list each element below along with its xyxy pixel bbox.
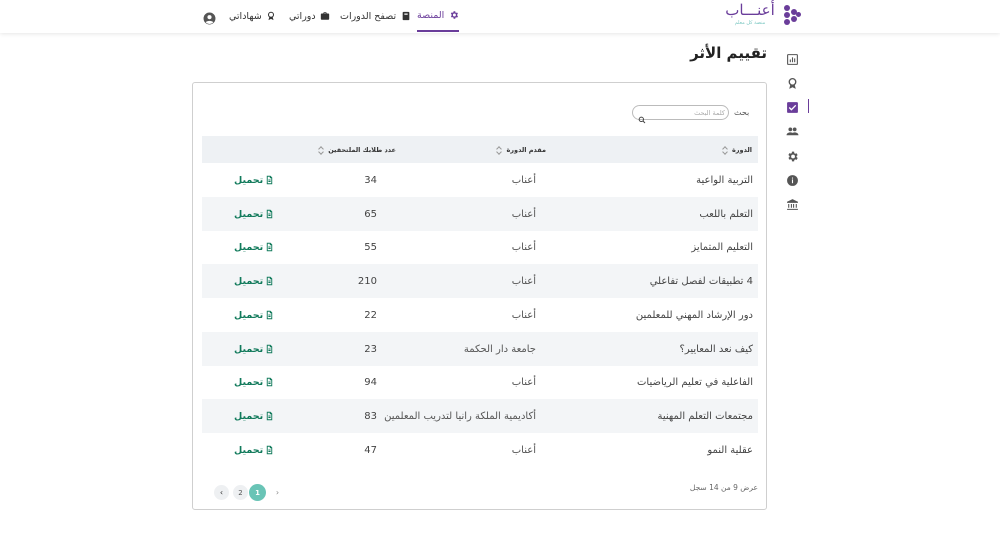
course-provider: أعناب (511, 444, 536, 456)
nav-platform[interactable]: المنصة (417, 0, 460, 32)
records-count: عرض 9 من 14 سجل (689, 483, 758, 492)
table-row: التربية الواعية أعناب 34 تحميل (202, 163, 758, 197)
top-navigation: أعنـــاب منصة كل معلم المنصة تصفح الدورا… (0, 0, 1000, 33)
nav-browse-label: تصفح الدورات (340, 10, 397, 22)
account-icon[interactable] (203, 10, 216, 25)
course-provider: أعناب (511, 208, 536, 220)
column-header-enrolled[interactable]: عدد طلابك الملتحقين (318, 136, 396, 163)
course-name: الفاعلية في تعليم الرياضيات (637, 376, 753, 388)
enrolled-count: 83 (364, 410, 377, 422)
table-row: مجتمعات التعلم المهنية أكاديمية الملكة ر… (202, 399, 758, 433)
pagination-page-1[interactable]: 1 (249, 484, 266, 501)
table-row: كيف نعد المعايير؟ جامعة دار الحكمة 23 تح… (202, 332, 758, 366)
file-icon (265, 310, 274, 320)
active-side-marker (808, 99, 809, 113)
course-name: عقلية النمو (707, 444, 753, 456)
file-icon (265, 175, 274, 185)
download-link[interactable]: تحميل (234, 230, 274, 264)
brand-name: أعنـــاب (725, 1, 775, 19)
nav-my-courses[interactable]: دوراتي (289, 0, 331, 32)
gear-icon (448, 10, 459, 21)
info-icon[interactable] (784, 172, 800, 188)
brand-logo[interactable]: أعنـــاب منصة كل معلم (723, 1, 803, 30)
table-header: الدورة مقدم الدورة عدد طلابك الملتحقين (202, 136, 758, 163)
course-name: مجتمعات التعلم المهنية (657, 410, 754, 422)
table-row: الفاعلية في تعليم الرياضيات أعناب 94 تحم… (202, 365, 758, 399)
course-provider: أعناب (511, 174, 536, 186)
brand-tagline: منصة كل معلم (734, 20, 766, 26)
search-box[interactable] (632, 105, 729, 124)
file-icon (265, 276, 274, 286)
gear-icon[interactable] (784, 148, 800, 164)
table-row: التعلم باللعب أعناب 65 تحميل (202, 197, 758, 231)
page-title: تقييم الأثر (690, 44, 767, 62)
download-link[interactable]: تحميل (234, 298, 274, 332)
download-link[interactable]: تحميل (234, 365, 274, 399)
pagination-page-2[interactable]: 2 (233, 485, 248, 500)
briefcase-icon (320, 11, 331, 22)
table-row: دور الإرشاد المهني للمعلمين أعناب 22 تحم… (202, 298, 758, 332)
column-header-course[interactable]: الدورة (722, 136, 752, 163)
download-link[interactable]: تحميل (234, 332, 274, 366)
enrolled-count: 23 (364, 343, 377, 355)
sort-icon (318, 145, 324, 155)
course-provider: جامعة دار الحكمة (463, 343, 536, 355)
enrolled-count: 22 (364, 309, 377, 321)
checkbox-icon[interactable] (784, 99, 800, 115)
sort-icon (722, 145, 728, 155)
course-provider: أعناب (511, 275, 536, 287)
award-icon[interactable] (784, 75, 800, 91)
search-label: بحث (734, 108, 750, 117)
download-link[interactable]: تحميل (234, 264, 274, 298)
logo-dots-icon (784, 5, 802, 25)
enrolled-count: 65 (364, 208, 377, 220)
nav-certificates-label: شهاداتي (229, 10, 262, 22)
download-link[interactable]: تحميل (234, 163, 274, 197)
pagination-previous[interactable]: ‹ (270, 485, 285, 500)
file-icon (265, 242, 274, 252)
nav-my-courses-label: دوراتي (289, 10, 316, 22)
enrolled-count: 55 (364, 241, 377, 253)
table-row: عقلية النمو أعناب 47 تحميل (202, 433, 758, 467)
column-header-provider[interactable]: مقدم الدورة (496, 136, 546, 163)
file-icon (265, 209, 274, 219)
download-link[interactable]: تحميل (234, 197, 274, 231)
search-icon (638, 109, 646, 124)
course-name: التعلم باللعب (699, 208, 753, 220)
file-icon (265, 411, 274, 421)
file-icon (265, 377, 274, 387)
file-icon (265, 445, 274, 455)
course-name: التربية الواعية (696, 174, 753, 186)
people-icon[interactable] (784, 123, 800, 139)
nav-certificates[interactable]: شهاداتي (229, 0, 277, 32)
course-name: كيف نعد المعايير؟ (679, 343, 753, 355)
download-link[interactable]: تحميل (234, 433, 274, 467)
course-provider: أعناب (511, 309, 536, 321)
sort-icon (496, 145, 502, 155)
enrolled-count: 94 (364, 376, 377, 388)
book-icon (400, 11, 411, 22)
search-input[interactable] (647, 107, 725, 118)
nav-browse-courses[interactable]: تصفح الدورات (340, 0, 411, 32)
download-link[interactable]: تحميل (234, 399, 274, 433)
enrolled-count: 34 (364, 174, 377, 186)
course-provider: أعناب (511, 241, 536, 253)
enrolled-count: 210 (357, 275, 377, 287)
nav-platform-label: المنصة (417, 9, 445, 21)
chart-icon[interactable] (784, 51, 800, 67)
course-name: التعليم المتمايز (691, 241, 753, 253)
table-row: 4 تطبيقات لفصل تفاعلي أعناب 210 تحميل (202, 264, 758, 298)
course-name: دور الإرشاد المهني للمعلمين (635, 309, 753, 321)
course-provider: أعناب (511, 376, 536, 388)
course-provider: أكاديمية الملكة رانيا لتدريب المعلمين (384, 410, 536, 422)
table-row: التعليم المتمايز أعناب 55 تحميل (202, 230, 758, 264)
award-icon (266, 11, 277, 22)
file-icon (265, 344, 274, 354)
course-name: 4 تطبيقات لفصل تفاعلي (649, 275, 753, 287)
enrolled-count: 47 (364, 444, 377, 456)
pagination-next[interactable]: › (214, 485, 229, 500)
bank-icon[interactable] (784, 196, 800, 212)
